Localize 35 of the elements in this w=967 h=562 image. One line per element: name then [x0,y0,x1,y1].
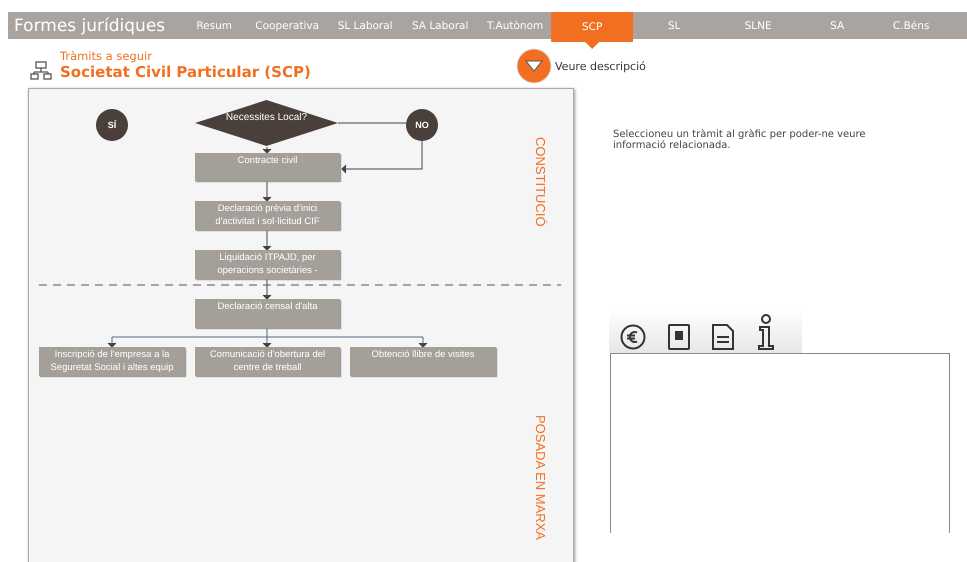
nav-tab[interactable]: C.Béns [873,12,950,39]
nav-tab[interactable]: SL [633,12,716,39]
hierarchy-icon [30,61,52,81]
nav-tab[interactable]: T.Autònom [479,12,552,39]
phase-label: CONSTITUCIÓ [533,137,548,227]
process-step[interactable]: Obtenció llibre de visites [350,347,496,376]
process-step[interactable]: Comunicació d'obertura del centre de treball [195,347,340,376]
info-text: Seleccioneu un tràmit al gràfic per poder-ne veure informació relacionada. [613,130,867,152]
connector-line [262,230,272,251]
process-step[interactable]: Liquidació ITPAJD, per operacions societàries - [195,250,340,279]
nav-tab[interactable]: SA [801,12,874,39]
nav-tab[interactable]: SL Laboral [329,12,402,39]
description-button[interactable]: Veure descripció [516,48,646,84]
connector-line [262,278,272,300]
nav-tab[interactable]: Resum [183,12,246,39]
document-icon[interactable] [712,324,734,350]
book-icon[interactable] [668,324,690,350]
section-subtitle: Tràmits a seguir [60,49,153,63]
process-step[interactable]: Contracte civil [195,153,340,181]
nav-tab[interactable]: SLNE [715,12,802,39]
app-title: Formes jurídiques [13,16,166,36]
phase-label: POSADA EN MARXA [533,415,548,540]
connector-line [262,180,272,202]
yes-node[interactable]: SÍ [96,109,128,141]
no-node[interactable]: NO [406,109,438,141]
process-step[interactable]: Inscripció de l'empresa a la Seguretat Social i altes equip [39,347,185,376]
nav-tab[interactable]: Cooperativa [245,12,330,39]
process-step[interactable]: Declaració prèvia d'inici d'activitat i sol·licitud CIF [195,201,340,230]
decision-node[interactable]: Necessites Local? [195,100,338,146]
process-step[interactable]: Declaració censal d'alta [195,299,340,328]
info-icon[interactable] [756,314,776,350]
page-title: Societat Civil Particular (SCP) [60,63,311,81]
nav-tab[interactable]: SA Laboral [401,12,480,39]
nav-tab[interactable]: SCP [551,12,634,49]
euro-icon[interactable] [620,324,646,350]
